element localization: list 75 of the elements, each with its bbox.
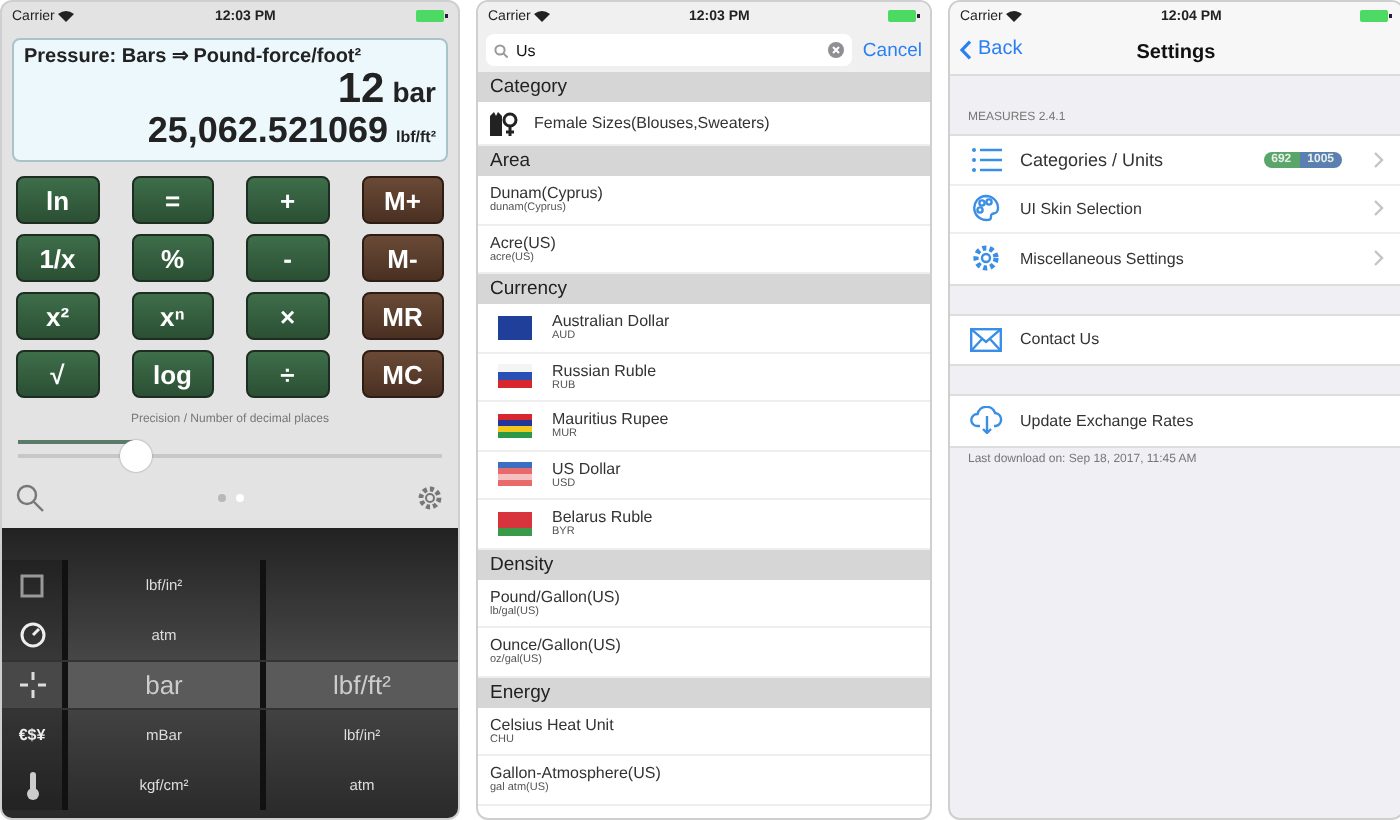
calculator-key[interactable]: % bbox=[131, 234, 214, 282]
crosshair-icon bbox=[19, 672, 45, 698]
search-field[interactable]: Us bbox=[486, 34, 853, 66]
calculator-key[interactable]: xⁿ bbox=[131, 292, 214, 340]
screen-title: Settings bbox=[1136, 41, 1216, 63]
unit-name: Pound/Gallon(US) bbox=[490, 587, 620, 606]
settings-icon[interactable] bbox=[416, 484, 444, 512]
search-icon[interactable] bbox=[16, 484, 44, 512]
back-chevron-icon bbox=[960, 39, 972, 59]
flag-icon bbox=[498, 462, 532, 487]
unit-name: Belarus Ruble bbox=[552, 508, 653, 527]
result-unit: lbf/ft² bbox=[396, 128, 436, 146]
category-label[interactable]: €$¥ bbox=[18, 726, 46, 744]
calculator-key[interactable]: MC bbox=[361, 350, 444, 398]
thermometer-icon bbox=[25, 771, 39, 799]
unit-option[interactable]: bar bbox=[145, 670, 183, 700]
calculator-key[interactable]: 1/x bbox=[16, 234, 99, 282]
battery-icon bbox=[888, 10, 920, 22]
battery-icon bbox=[1360, 10, 1392, 22]
conversion-title: Pressure: Bars ⇒ Pound-force/foot² bbox=[24, 44, 364, 68]
unit-name: Mauritius Rupee bbox=[552, 410, 669, 429]
envelope-icon bbox=[970, 327, 1002, 352]
search-icon bbox=[494, 43, 508, 57]
input-value: 12 bbox=[337, 68, 385, 112]
square-icon bbox=[20, 573, 44, 597]
calculator-key[interactable]: = bbox=[131, 176, 214, 224]
unit-name: Dunam(Cyprus) bbox=[490, 184, 603, 203]
calculator-key[interactable]: - bbox=[246, 234, 329, 282]
section-header: Density bbox=[478, 549, 930, 579]
battery-icon bbox=[416, 10, 448, 22]
wifi-icon bbox=[58, 10, 75, 22]
unit-option[interactable]: lbf/ft² bbox=[333, 670, 391, 700]
section-header: Area bbox=[478, 146, 930, 176]
result-value: 25,062.521069 bbox=[147, 112, 388, 150]
unit-name: US Dollar bbox=[552, 459, 621, 478]
unit-name: Gallon-Atmosphere(US) bbox=[490, 764, 661, 783]
settings-row[interactable]: Miscellaneous Settings bbox=[950, 234, 1400, 283]
unit-name: Ounce/Gallon(US) bbox=[490, 636, 621, 655]
calculator-key[interactable]: + bbox=[246, 176, 329, 224]
settings-row[interactable]: Update Exchange Rates bbox=[950, 396, 1400, 445]
calculator-key[interactable]: M+ bbox=[361, 176, 444, 224]
palette-icon bbox=[972, 194, 1000, 223]
unit-name: Russian Ruble bbox=[552, 361, 657, 380]
flag-icon bbox=[498, 511, 532, 536]
flag-icon bbox=[498, 364, 532, 389]
section-header: Energy bbox=[478, 677, 930, 707]
back-button[interactable]: Back bbox=[960, 38, 1023, 60]
calculator-key[interactable]: M- bbox=[361, 234, 444, 282]
calculator-key[interactable]: MR bbox=[361, 292, 444, 340]
calculator-key[interactable]: × bbox=[246, 292, 329, 340]
gauge-icon bbox=[19, 622, 45, 648]
input-unit: bar bbox=[392, 76, 436, 108]
unit-name: Celsius Heat Unit bbox=[490, 715, 614, 734]
section-header: Category bbox=[478, 72, 930, 102]
calculator-key[interactable]: ln bbox=[16, 176, 99, 224]
settings-row[interactable]: UI Skin Selection bbox=[950, 185, 1400, 234]
calculator-key[interactable]: √ bbox=[16, 350, 99, 398]
clear-icon[interactable] bbox=[828, 42, 845, 58]
clothing-icon bbox=[490, 111, 518, 135]
list-icon bbox=[971, 147, 1001, 172]
wifi-icon bbox=[534, 10, 551, 22]
settings-icon bbox=[972, 244, 1000, 273]
wifi-icon bbox=[1006, 10, 1023, 22]
calculator-key[interactable]: log bbox=[131, 350, 214, 398]
unit-name: Australian Dollar bbox=[552, 312, 670, 331]
page-dot[interactable] bbox=[217, 494, 225, 502]
section-header: Currency bbox=[478, 274, 930, 304]
flag-icon bbox=[498, 413, 532, 438]
calculator-key[interactable]: ÷ bbox=[246, 350, 329, 398]
unit-name: Acre(US) bbox=[490, 233, 556, 252]
flag-icon bbox=[498, 315, 532, 340]
cloud-download-icon bbox=[969, 406, 1003, 435]
unit-name: Female Sizes(Blouses,Sweaters) bbox=[534, 114, 770, 132]
calculator-key[interactable]: x² bbox=[16, 292, 99, 340]
settings-row[interactable]: Contact Us bbox=[950, 315, 1400, 364]
